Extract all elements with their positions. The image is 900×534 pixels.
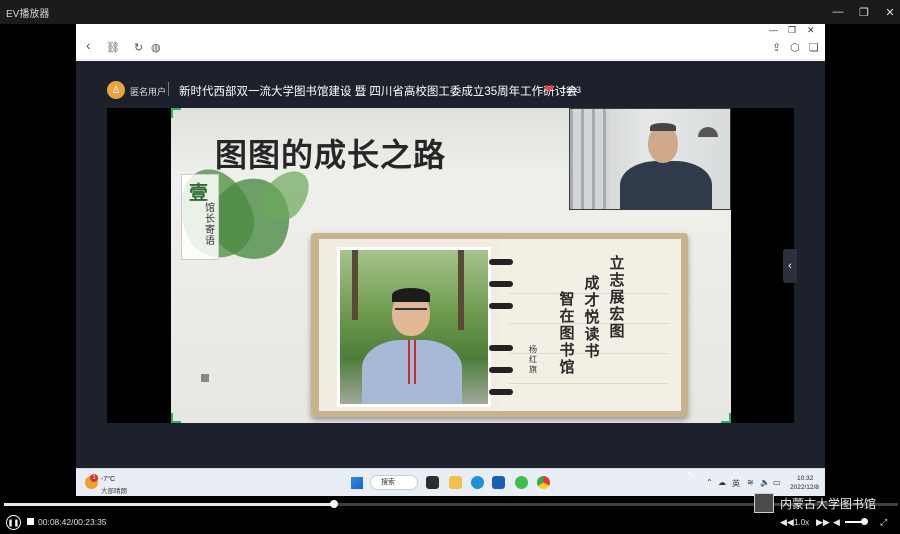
progress-fill <box>4 503 334 506</box>
search-label: 搜索 <box>381 479 395 486</box>
ruled-line <box>509 383 669 384</box>
document-icon[interactable]: ❏ <box>809 42 819 54</box>
progress-handle[interactable] <box>329 500 338 508</box>
user-icon: ♙ <box>111 84 121 96</box>
browser-window-controls: — ❐ ✕ <box>76 24 825 38</box>
wifi-icon[interactable]: ≋ <box>747 478 754 487</box>
avatar[interactable]: ♙ <box>107 81 125 99</box>
user-name: 匿名用户 <box>130 87 167 97</box>
time-display: 00:08:42/00:23:35 <box>38 517 107 527</box>
fullscreen-icon[interactable]: ⤢ <box>880 517 887 528</box>
speaker-body <box>620 161 712 209</box>
poem-line-1: 立志展宏图 <box>609 254 625 340</box>
palm-tree <box>458 250 464 330</box>
poem-line-3: 智在图书馆 <box>559 290 575 376</box>
ime-indicator[interactable]: 英 <box>732 478 740 489</box>
portrait-photo <box>337 247 491 407</box>
poem-author: 杨红旗 <box>529 345 537 374</box>
watermark: 内蒙古大学图书馆 <box>754 492 900 514</box>
edge-browser-icon[interactable] <box>471 476 484 489</box>
player-window-controls: — ❐ ✕ <box>832 0 896 24</box>
reload-icon[interactable]: ↻ <box>134 42 143 54</box>
book-ring <box>489 389 513 395</box>
store-icon[interactable] <box>492 476 505 489</box>
clock-time[interactable]: 10:32 <box>797 475 813 482</box>
speed-selector[interactable]: 1.0x <box>794 518 809 527</box>
player-titlebar: EV播放器 — ❐ ✕ <box>0 0 900 24</box>
stop-button[interactable] <box>27 518 34 525</box>
header-divider <box>168 82 169 96</box>
sidebar-expand-button[interactable]: ‹ <box>783 249 797 283</box>
minimize-icon[interactable]: — <box>832 6 844 18</box>
section-number: 壹 <box>189 182 209 204</box>
speaker-icon[interactable]: 🔈 <box>760 478 770 487</box>
like-count: 1303 <box>561 85 582 95</box>
glasses <box>395 308 427 314</box>
notification-badge: 1 <box>90 474 98 482</box>
link-icon[interactable]: ⛓ <box>106 42 120 54</box>
browser-maximize-icon[interactable]: ❐ <box>788 25 796 36</box>
rewind-icon[interactable]: ◀◀ <box>780 517 794 528</box>
fast-forward-icon[interactable]: ▶▶ <box>816 517 830 528</box>
book-ring <box>489 303 513 309</box>
browser-toolbar: ‹ ⛓ ↻ ◍ ⇪ ⬡ ❏ <box>76 38 825 60</box>
battery-icon[interactable]: ▭ <box>773 478 781 487</box>
slide-toggle-button[interactable] <box>201 374 209 382</box>
book-ring <box>489 281 513 287</box>
book-illustration: 立志展宏图 成才悦读书 智在图书馆 杨红旗 <box>311 233 688 417</box>
frame-corner <box>171 108 181 118</box>
heart-icon[interactable]: ❤ <box>544 82 554 96</box>
pause-button[interactable]: ❚❚ <box>6 515 21 530</box>
share-icon[interactable]: ⇪ <box>772 42 781 54</box>
bookshelf <box>570 109 610 209</box>
chevron-up-icon[interactable]: ⌃ <box>706 478 713 487</box>
live-header: ♙ 匿名用户 新时代西部双一流大学图书馆建设 暨 四川省高校图工委成立35周年工… <box>76 61 825 99</box>
back-icon[interactable]: ‹ <box>86 38 91 52</box>
browser-minimize-icon[interactable]: — <box>769 25 778 35</box>
cube-icon[interactable]: ⬡ <box>790 42 800 54</box>
close-icon[interactable]: ✕ <box>884 6 896 19</box>
webcam-inset[interactable] <box>569 108 731 210</box>
section-label: 馆长寄语 <box>205 203 215 247</box>
browser-window: — ❐ ✕ ‹ ⛓ ↻ ◍ ⇪ ⬡ ❏ ♙ 匿名用户 新时代西部双一流大学图书馆… <box>76 24 825 468</box>
palm-tree <box>352 250 358 320</box>
speaker-hair <box>650 123 676 131</box>
windows-taskbar: 1 -7°C 大部晴朗 搜索 ⌃ ☁ 英 ≋ 🔈 ▭ 10:32 2022/12… <box>76 468 825 496</box>
clock-date[interactable]: 2022/12/8 <box>790 484 819 491</box>
task-view-icon[interactable] <box>426 476 439 489</box>
frame-corner <box>171 413 181 423</box>
browser-close-icon[interactable]: ✕ <box>807 25 815 36</box>
video-player[interactable]: 图图的成长之路 壹 馆长寄语 立志展宏图 成才悦读书 智在图书馆 杨红旗 <box>107 108 794 423</box>
player-title: EV播放器 <box>6 8 50 20</box>
maximize-icon[interactable]: ❐ <box>858 6 870 19</box>
chrome-icon[interactable] <box>537 476 550 489</box>
slide-title: 图图的成长之路 <box>215 136 447 174</box>
start-button[interactable] <box>351 477 363 489</box>
book-ring <box>489 367 513 373</box>
live-title: 新时代西部双一流大学图书馆建设 暨 四川省高校图工委成立35周年工作研讨会 <box>179 86 578 98</box>
weather-temperature: -7°C <box>101 476 116 483</box>
library-logo <box>754 493 774 513</box>
lanyard <box>408 340 416 384</box>
lamp <box>698 127 718 137</box>
globe-icon[interactable]: ◍ <box>151 42 161 54</box>
frame-corner <box>721 413 731 423</box>
live-stream-page: ♙ 匿名用户 新时代西部双一流大学图书馆建设 暨 四川省高校图工委成立35周年工… <box>76 61 825 468</box>
pause-icon: ❚❚ <box>7 519 20 527</box>
book-left-page <box>319 239 499 411</box>
wechat-icon[interactable] <box>515 476 528 489</box>
weather-description: 大部晴朗 <box>101 488 127 495</box>
book-ring <box>489 259 513 265</box>
poem-line-2: 成才悦读书 <box>584 274 600 360</box>
volume-icon[interactable]: ◀ <box>833 517 840 528</box>
book-ring <box>489 345 513 351</box>
volume-handle[interactable] <box>861 518 868 525</box>
chevron-left-icon: ‹ <box>788 260 792 272</box>
cloud-icon[interactable]: ☁ <box>718 478 726 487</box>
taskbar-search[interactable]: 搜索 <box>370 475 418 490</box>
file-explorer-icon[interactable] <box>449 476 462 489</box>
mouse-cursor-icon: ↖ <box>687 470 696 481</box>
watermark-text: 内蒙古大学图书馆 <box>780 496 877 511</box>
person-hair <box>392 288 430 302</box>
